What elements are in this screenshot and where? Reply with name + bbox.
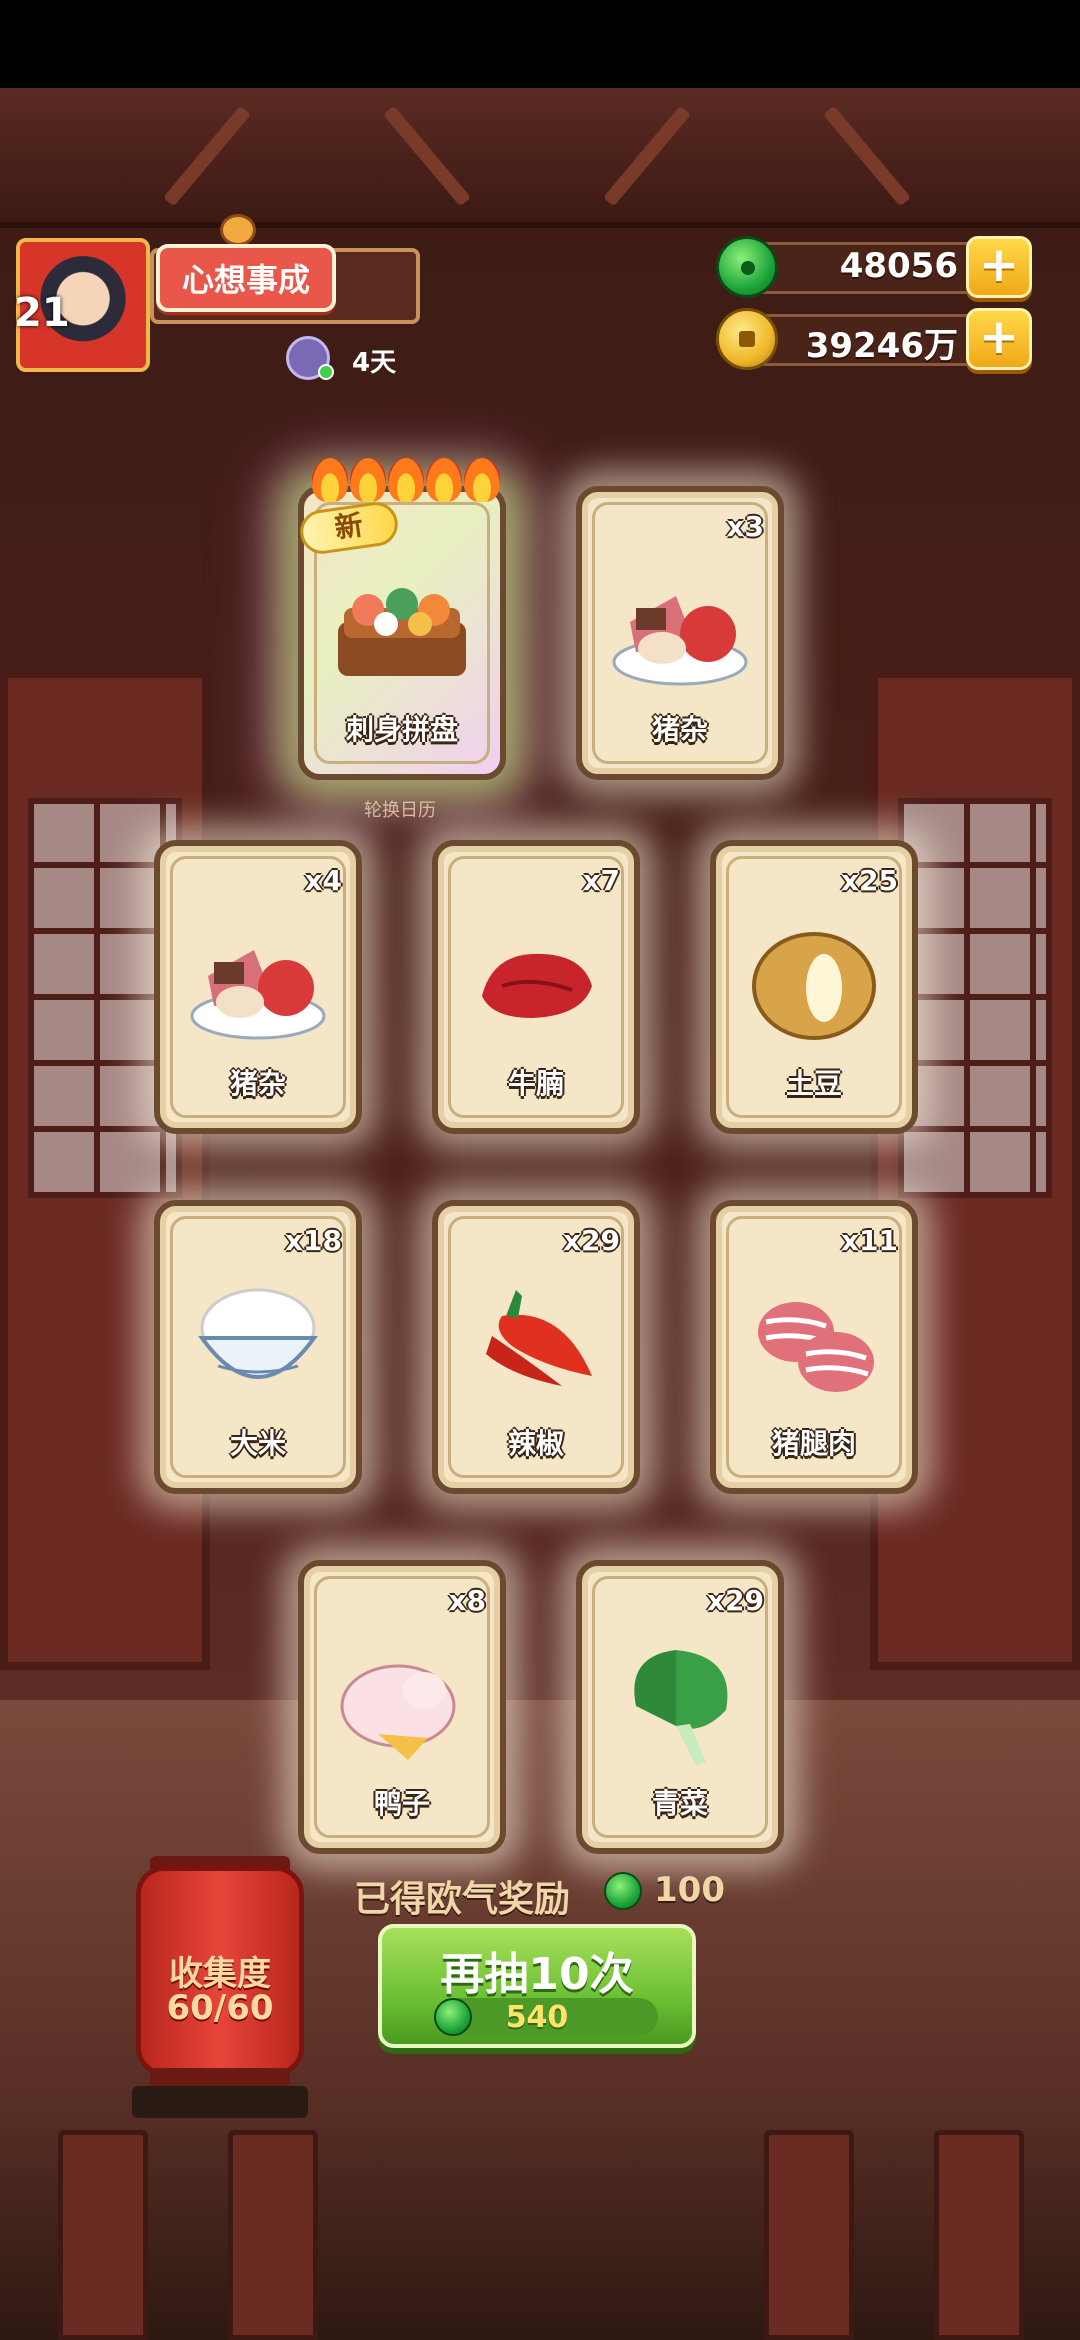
duck-icon [340,1664,456,1760]
card-name: 猪腿肉 [771,1427,856,1460]
card-name: 猪杂 [229,1067,286,1100]
card-count: x3 [726,510,764,543]
online-dot-icon [318,364,334,380]
fence-post [228,2130,318,2340]
rarity-flames [312,458,502,504]
title-banner[interactable]: 心想事成 [156,244,336,312]
draw-cost-value: 540 [505,2000,569,2035]
card-name: 青菜 [651,1787,708,1820]
card-count: x29 [562,1224,620,1257]
card-count: x25 [840,864,898,897]
lantern-bottom [150,2068,290,2088]
chili-icon [486,1290,592,1386]
card-rice[interactable]: x18 大米 [154,1200,362,1494]
beef-brisket-icon [482,953,592,1018]
flame-icon [426,458,462,502]
sashimi-platter-icon [338,588,466,676]
add-jade-button[interactable]: + [966,236,1032,298]
rotation-calendar-label: 轮换日历 [364,800,436,821]
flame-icon [388,458,424,502]
card-potato[interactable]: x25 土豆 [710,840,918,1134]
player-level: 21 [14,290,70,336]
status-bar [0,0,1080,88]
roof-beams [0,88,1080,228]
flame-icon [312,458,348,502]
draw-button-label: 再抽10次 [440,1949,634,2000]
fence-post [58,2130,148,2340]
card-name: 鸭子 [373,1787,430,1820]
jade-icon [716,236,778,298]
potato-icon [752,932,876,1040]
left-door-panel [0,670,210,1670]
card-duck[interactable]: x8 鸭子 [298,1560,506,1854]
card-name: 辣椒 [507,1427,564,1460]
draw-10-button[interactable]: 再抽10次 540 [378,1924,696,2048]
pork-leg-icon [758,1302,874,1392]
card-count: x7 [582,864,620,897]
fence-post [764,2130,854,2340]
right-door-panel [870,670,1080,1670]
jade-icon [604,1872,642,1910]
flame-icon [350,458,386,502]
tiger-icon [220,214,256,246]
card-name: 猪杂 [651,713,708,746]
card-chili[interactable]: x29 辣椒 [432,1200,640,1494]
card-name: 大米 [229,1427,286,1460]
rice-bowl-icon [198,1288,318,1379]
add-coin-button[interactable]: + [966,308,1032,370]
card-name: 刺身拼盘 [345,713,458,746]
card-pork-offal[interactable]: x3 猪杂 [576,486,784,780]
pet-days-label: 4天 [352,348,397,378]
pork-offal-icon [190,950,326,1040]
card-pork-offal[interactable]: x4 猪杂 [154,840,362,1134]
greens-icon [634,1650,728,1766]
card-name: 牛腩 [507,1067,564,1100]
card-count: x11 [840,1224,898,1257]
card-count: x18 [284,1224,342,1257]
card-count: x8 [448,1584,486,1617]
card-greens[interactable]: x29 青菜 [576,1560,784,1854]
flame-icon [464,458,500,502]
reward-label: 已得欧气奖励 [354,1879,571,1920]
pork-offal-icon [612,596,748,686]
card-name: 土豆 [785,1067,842,1100]
lantern-stand [132,2086,308,2118]
reward-value: 100 [654,1870,725,1910]
coin-icon [716,308,778,370]
card-beef-brisket[interactable]: x7 牛腩 [432,840,640,1134]
card-count: x4 [304,864,342,897]
collection-value: 60/60 [166,1988,274,2028]
card-pork-leg[interactable]: x11 猪腿肉 [710,1200,918,1494]
card-count: x29 [706,1584,764,1617]
fence-post [934,2130,1024,2340]
